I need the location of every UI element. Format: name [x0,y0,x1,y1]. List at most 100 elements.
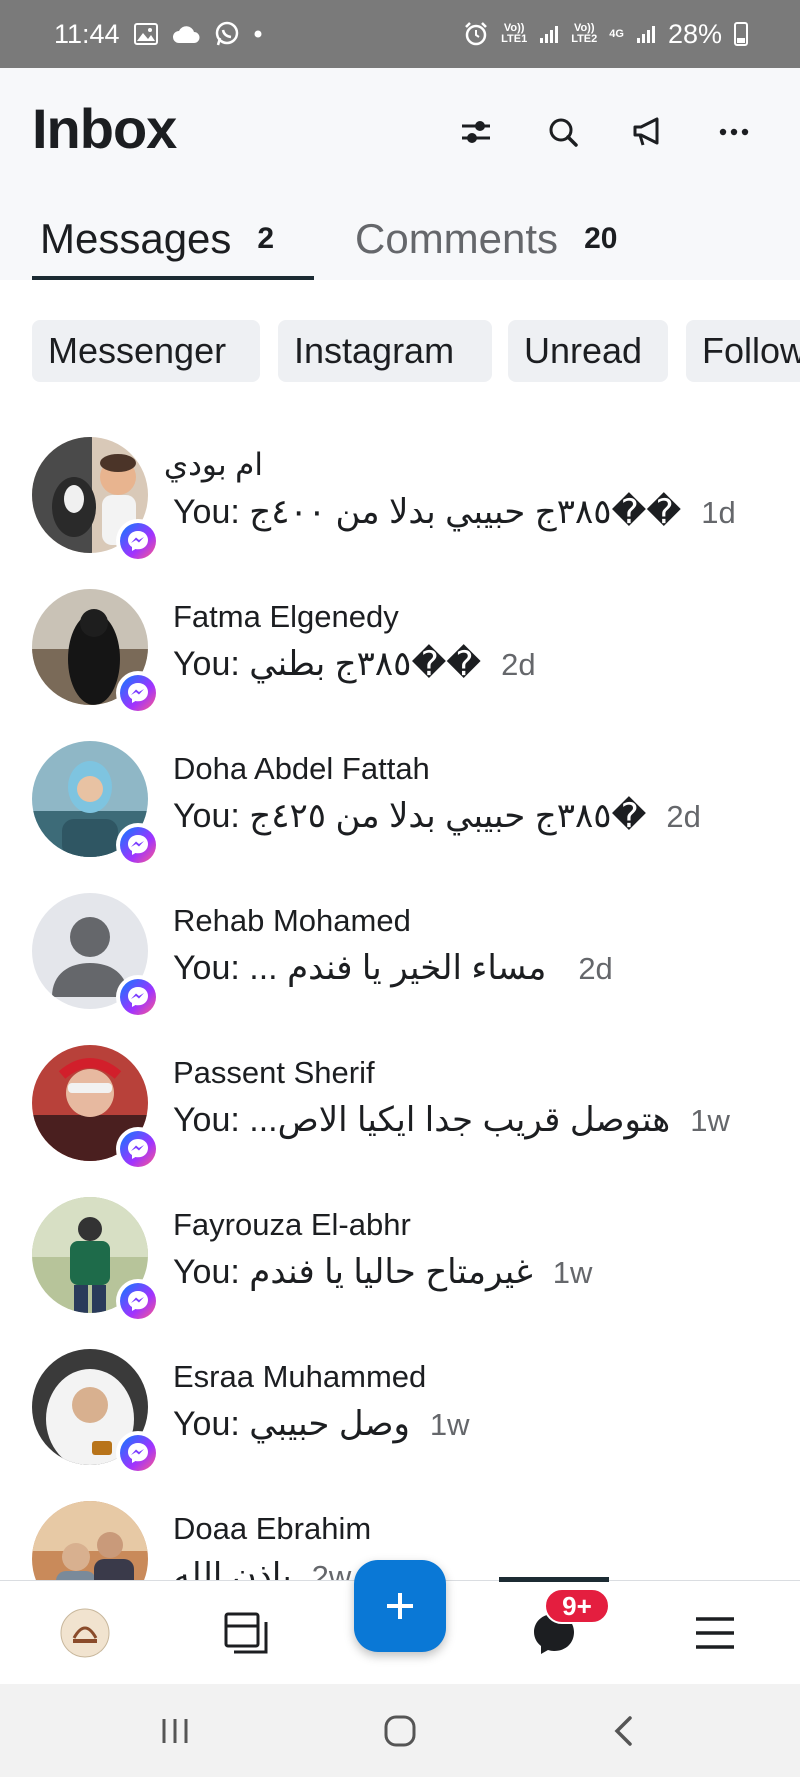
messenger-badge [116,975,160,1019]
more-icon [719,128,749,136]
message-preview: بإذن الله 2w [173,1556,351,1580]
messenger-badge [116,1127,160,1171]
message-time: 2d [666,799,701,834]
nav-pages[interactable] [192,1581,302,1685]
messenger-badge [116,823,160,867]
preview-sender: You: [173,1101,240,1139]
tab-label: Comments [355,215,559,262]
status-bar: 11:44 Vo)) LTE1 Vo)) LTE2 4G 28% [0,0,800,68]
preview-glyphs: �� [611,493,682,531]
filter-button[interactable] [448,104,504,160]
messenger-badge [116,671,160,715]
inbox-badge: 9+ [544,1588,610,1624]
messenger-badge [116,1279,160,1323]
message-preview: You: هتوصل قريب جدا ايكيا الاص... 1w [173,1100,730,1140]
conversation-row[interactable]: Esraa Muhammed You: وصل حبيبي 1w [0,1332,800,1484]
nav-menu[interactable] [660,1581,770,1685]
contact-name: Rehab Mohamed [173,903,411,938]
page-avatar [60,1608,110,1658]
create-button[interactable] [354,1560,446,1652]
more-options-button[interactable] [706,104,762,160]
plus-icon [387,1593,413,1619]
back-button[interactable] [573,1684,673,1777]
home-icon [384,1715,416,1746]
contact-name: Doha Abdel Fattah [173,751,430,786]
preview-sender: You: [173,645,240,683]
message-time: 1d [701,495,736,530]
filter-chip-instagram[interactable]: Instagram [278,320,492,382]
messenger-icon [128,1443,148,1463]
messenger-icon [128,1291,148,1311]
filter-chip-messenger[interactable]: Messenger [32,320,260,382]
conversation-row[interactable]: ام بودي You: ٣٨٥ج حبيبي بدلا من ٤٠٠ج �� 1… [0,420,800,572]
message-time: 2w [311,1559,352,1580]
signal-icon [539,24,559,44]
message-preview: You: ٣٨٥ج حبيبي بدلا من ٤٠٠ج �� 1d [173,492,736,532]
message-preview: You: غيرمتاح حاليا يا فندم 1w [173,1252,592,1292]
network-type: 4G [609,27,624,40]
search-icon [549,118,578,147]
filter-chips: Messenger Instagram Unread Follow [0,320,800,382]
preview-text: بإذن الله [173,1557,292,1580]
conversation-list: ام بودي You: ٣٨٥ج حبيبي بدلا من ٤٠٠ج �� 1… [0,420,800,1580]
message-preview: You: ٣٨٥ج بطني �� 2d [173,644,536,684]
message-time: 2d [578,951,613,986]
contact-name: Fayrouza El-abhr [173,1207,411,1242]
message-preview: You: وصل حبيبي 1w [173,1404,470,1444]
tab-label: Messages [40,215,232,262]
preview-glyphs: � [611,797,647,835]
battery-level: 28% [667,18,722,49]
tab-count: 20 [584,222,618,255]
battery-icon [734,22,748,46]
network-sim1: Vo)) LTE1 [501,22,528,45]
preview-text: وصل حبيبي [249,1405,410,1443]
home-button[interactable] [350,1684,450,1777]
preview-text: هتوصل قريب جدا ايكيا الاص... [249,1101,671,1139]
filter-icon [462,121,490,143]
contact-name: Esraa Muhammed [173,1359,427,1394]
conversation-row[interactable]: Fayrouza El-abhr You: غيرمتاح حاليا يا ف… [0,1180,800,1332]
contact-name: Fatma Elgenedy [173,599,399,634]
message-time: 1w [429,1407,470,1442]
tab-comments[interactable]: Comments 20 [355,198,617,280]
recent-apps-icon [162,1718,188,1743]
search-button[interactable] [535,104,591,160]
preview-sender: You: [173,949,240,987]
message-preview: You: ٣٨٥ج حبيبي بدلا من ٤٢٥ج � 2d [173,796,701,836]
menu-icon [696,1617,734,1649]
inbox-tabs: Messages 2 Comments 20 [0,198,800,280]
preview-text: ٣٨٥ج حبيبي بدلا من ٤٠٠ج [249,493,612,531]
android-navigation-bar [0,1684,800,1777]
message-time: 1w [690,1103,730,1138]
recent-apps-button[interactable] [125,1684,225,1777]
contact-name: Passent Sherif [173,1055,375,1090]
preview-sender: You: [173,493,240,531]
conversation-row[interactable]: Fatma Elgenedy You: ٣٨٥ج بطني �� 2d [0,572,800,724]
tab-count: 2 [257,222,275,255]
conversation-row[interactable]: Passent Sherif You: هتوصل قريب جدا ايكيا… [0,1028,800,1180]
nav-page-profile[interactable] [30,1581,140,1685]
messenger-icon [128,835,148,855]
preview-sender: You: [173,1253,240,1291]
preview-text: ٣٨٥ج حبيبي بدلا من ٤٢٥ج [249,797,612,835]
contact-name: Doaa Ebrahim [173,1511,372,1546]
megaphone-icon [633,117,659,146]
filter-chip-unread[interactable]: Unread [508,320,668,382]
messenger-badge [116,519,160,563]
whatsapp-icon [214,21,240,47]
preview-text: غيرمتاح حاليا يا فندم [249,1253,533,1291]
preview-sender: You: [173,1405,240,1443]
conversation-row[interactable]: Rehab Mohamed You: مساء الخير يا فندم ..… [0,876,800,1028]
avatar [32,1501,148,1580]
notification-dot-icon [254,30,262,38]
page-title: Inbox [32,97,177,160]
messenger-badge [116,1431,160,1475]
preview-sender: You: [173,797,240,835]
conversation-row[interactable]: Doha Abdel Fattah You: ٣٨٥ج حبيبي بدلا م… [0,724,800,876]
messenger-icon [128,987,148,1007]
gallery-icon [133,23,158,45]
announcements-button[interactable] [620,104,676,160]
tab-messages[interactable]: Messages 2 [40,198,274,280]
messenger-icon [128,683,148,703]
filter-chip-follow[interactable]: Follow [686,320,800,382]
